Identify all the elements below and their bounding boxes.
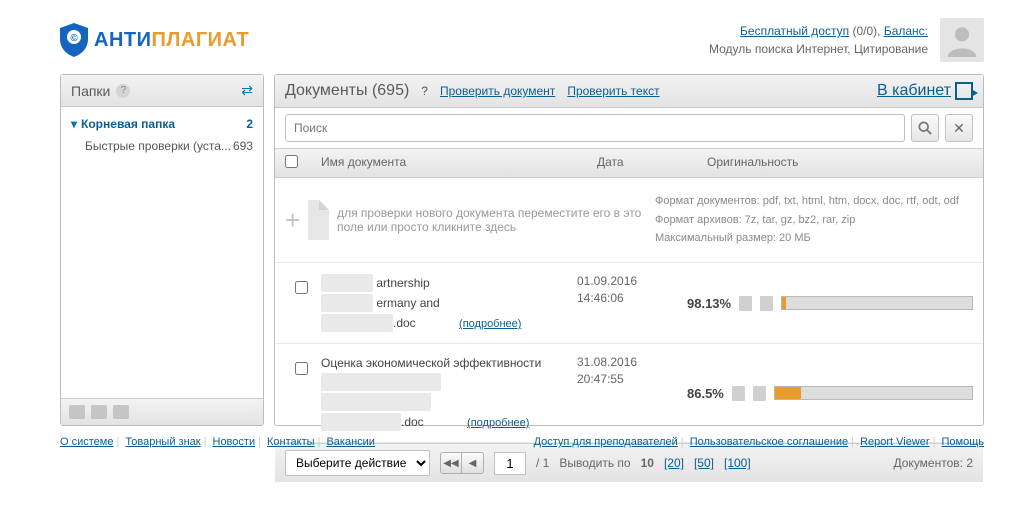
clear-button[interactable]: ✕ <box>945 114 973 142</box>
content: Документы (695) ? Проверить документ Про… <box>274 74 984 426</box>
search-input[interactable] <box>285 114 905 142</box>
check-text-link[interactable]: Проверить текст <box>567 84 659 98</box>
sidebar: Папки ? ⇄ ▾ Корневая папка 2 Быстрые про… <box>60 74 264 426</box>
tree-child[interactable]: Быстрые проверки (уста... 693 <box>61 135 263 157</box>
plus-icon: + <box>285 205 300 236</box>
delete-icon[interactable] <box>113 405 129 419</box>
footer-link[interactable]: Контакты <box>267 436 315 448</box>
user-icon <box>945 23 979 57</box>
select-all-checkbox[interactable] <box>285 155 298 168</box>
col-date[interactable]: Дата <box>587 149 697 177</box>
upload-dropzone[interactable]: + для проверки нового документа перемест… <box>275 178 983 263</box>
folder-icon[interactable] <box>69 405 85 419</box>
search-icon <box>918 121 932 135</box>
page-icon[interactable] <box>760 296 773 311</box>
exit-icon <box>955 82 973 100</box>
doc-count: Документов: 2 <box>894 456 974 470</box>
details-link[interactable]: (подробнее) <box>459 318 521 330</box>
page-icon[interactable] <box>753 386 766 401</box>
originality-pct: 86.5% <box>687 386 724 401</box>
footer-link[interactable]: Товарный знак <box>125 436 200 448</box>
avatar[interactable] <box>940 18 984 62</box>
page-input[interactable] <box>494 452 526 475</box>
action-select[interactable]: Выберите действие <box>285 450 430 476</box>
sidebar-title: Папки <box>71 83 110 99</box>
help-icon[interactable]: ? <box>421 84 428 98</box>
per-100-link[interactable]: [100] <box>724 456 751 470</box>
edit-icon[interactable] <box>91 405 107 419</box>
search-button[interactable] <box>911 114 939 142</box>
prev-page-button[interactable]: ◀ <box>462 452 484 474</box>
footer-link[interactable]: Report Viewer <box>860 436 930 448</box>
free-access-link[interactable]: Бесплатный доступ <box>740 24 849 38</box>
report-icon[interactable] <box>732 386 745 401</box>
row-checkbox[interactable] <box>295 281 308 294</box>
sidebar-toggle-icon[interactable]: ⇄ <box>241 82 253 99</box>
table-row: artnership ermany and .doc (подробнее) 0… <box>275 263 983 344</box>
originality-bar <box>774 386 973 400</box>
balance-link[interactable]: Баланс: <box>884 24 928 38</box>
first-page-button[interactable]: ◀◀ <box>440 452 462 474</box>
shield-icon: © <box>60 23 88 57</box>
content-title: Документы (695) <box>285 82 409 100</box>
header-links: Бесплатный доступ (0/0), Баланс: Модуль … <box>709 22 928 58</box>
cabinet-link[interactable]: В кабинет <box>877 82 973 100</box>
tree-root[interactable]: ▾ Корневая папка 2 <box>61 113 263 135</box>
footer-left: О системе| Товарный знак| Новости| Конта… <box>60 436 375 448</box>
originality-pct: 98.13% <box>687 296 731 311</box>
per-20-link[interactable]: [20] <box>664 456 684 470</box>
col-orig[interactable]: Оригинальность <box>697 149 983 177</box>
per-50-link[interactable]: [50] <box>694 456 714 470</box>
svg-text:©: © <box>70 33 78 44</box>
report-icon[interactable] <box>739 296 752 311</box>
check-document-link[interactable]: Проверить документ <box>440 84 555 98</box>
footer-link[interactable]: Вакансии <box>326 436 375 448</box>
document-icon <box>308 200 329 240</box>
footer-link[interactable]: Пользовательское соглашение <box>690 436 848 448</box>
help-icon[interactable]: ? <box>116 84 130 98</box>
logo[interactable]: © АНТИПЛАГИАТ <box>60 23 249 57</box>
footer-link[interactable]: Доступ для преподавателей <box>534 436 678 448</box>
table-row: Оценка экономической эффективности .doc … <box>275 344 983 443</box>
table-header: Имя документа Дата Оригинальность <box>275 148 983 178</box>
footer-link[interactable]: Помощь <box>942 436 985 448</box>
footer-link[interactable]: Новости <box>213 436 256 448</box>
footer-right: Доступ для преподавателей| Пользовательс… <box>534 436 984 448</box>
details-link[interactable]: (подробнее) <box>467 417 529 429</box>
originality-bar <box>781 296 973 310</box>
footer-link[interactable]: О системе <box>60 436 113 448</box>
chevron-down-icon: ▾ <box>71 117 77 131</box>
col-name[interactable]: Имя документа <box>311 149 587 177</box>
row-checkbox[interactable] <box>295 362 308 375</box>
